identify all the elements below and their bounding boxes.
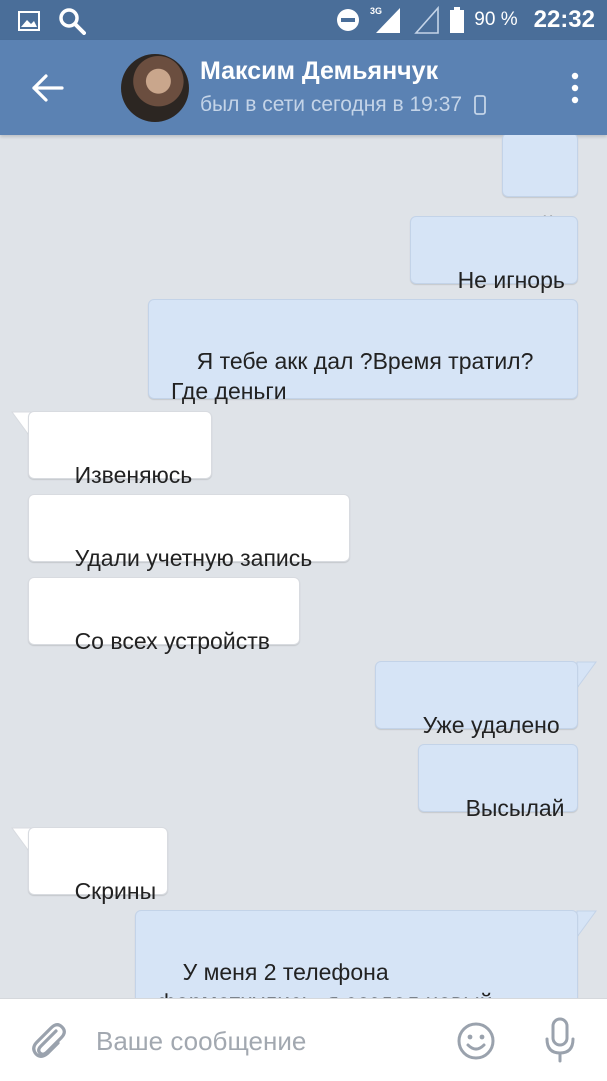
battery-percent: 90 %	[474, 9, 518, 30]
microphone-icon[interactable]	[540, 1017, 580, 1063]
mobile-phone-icon	[474, 95, 486, 116]
message-outgoing[interactable]: Не игнорь	[410, 216, 578, 293]
search-icon	[59, 8, 86, 35]
signal-3g-icon: 3G	[370, 6, 401, 33]
message-incoming[interactable]: Скрины	[28, 827, 168, 904]
composer-bar	[0, 998, 607, 1081]
do-not-disturb-icon	[337, 9, 360, 31]
contact-name[interactable]: Максим Демьянчук	[200, 57, 438, 86]
status-bar: 3G 90 % 22:32	[0, 0, 607, 40]
message-text: Не игнорь	[457, 267, 565, 293]
message-input[interactable]	[96, 1019, 426, 1063]
paperclip-icon[interactable]	[30, 1021, 66, 1061]
signal-icon	[414, 5, 440, 34]
message-text: Со всех устройств	[74, 628, 270, 654]
message-outgoing[interactable]: У меня 2 телефона форматнулись ,я создал…	[135, 910, 578, 998]
contact-status: был в сети сегодня в 19:37	[200, 93, 486, 117]
last-seen-text: был в сети сегодня в 19:37	[200, 93, 463, 116]
message-text: Извеняюсь	[74, 462, 193, 488]
message-incoming[interactable]: Извеняюсь	[28, 411, 212, 488]
chat-header: Максим Демьянчук был в сети сегодня в 19…	[0, 40, 607, 135]
clock: 22:32	[533, 6, 595, 33]
bubble-tail	[576, 661, 597, 689]
network-type: 3G	[370, 6, 382, 16]
message-text: Высылай	[465, 795, 565, 821]
emoji-icon[interactable]	[456, 1021, 496, 1061]
avatar[interactable]	[121, 54, 189, 122]
battery-icon	[450, 7, 465, 33]
message-text: Скрины	[74, 878, 157, 904]
message-outgoing[interactable]: Уже удалено	[375, 661, 578, 738]
back-arrow-icon[interactable]	[28, 68, 68, 108]
message-outgoing[interactable]: Высылай	[418, 744, 578, 821]
message-incoming[interactable]: Удали учетную запись	[28, 494, 350, 571]
message-outgoing[interactable]: Я тебе акк дал ?Время тратил? Где деньги	[148, 299, 578, 404]
message-text: Я тебе акк дал ?Время тратил? Где деньги	[171, 348, 534, 404]
more-vertical-icon[interactable]	[569, 70, 581, 106]
message-list[interactable]: Эй Не игнорь Я тебе акк дал ?Время трати…	[0, 135, 607, 998]
gallery-icon	[18, 11, 40, 31]
message-outgoing[interactable]: Эй	[502, 135, 578, 238]
message-text: Удали учетную запись	[74, 545, 313, 571]
message-text: Уже удалено	[422, 712, 560, 738]
message-incoming[interactable]: Со всех устройств	[28, 577, 300, 654]
message-text: У меня 2 телефона форматнулись ,я создал…	[157, 959, 493, 998]
bubble-tail	[576, 910, 597, 938]
